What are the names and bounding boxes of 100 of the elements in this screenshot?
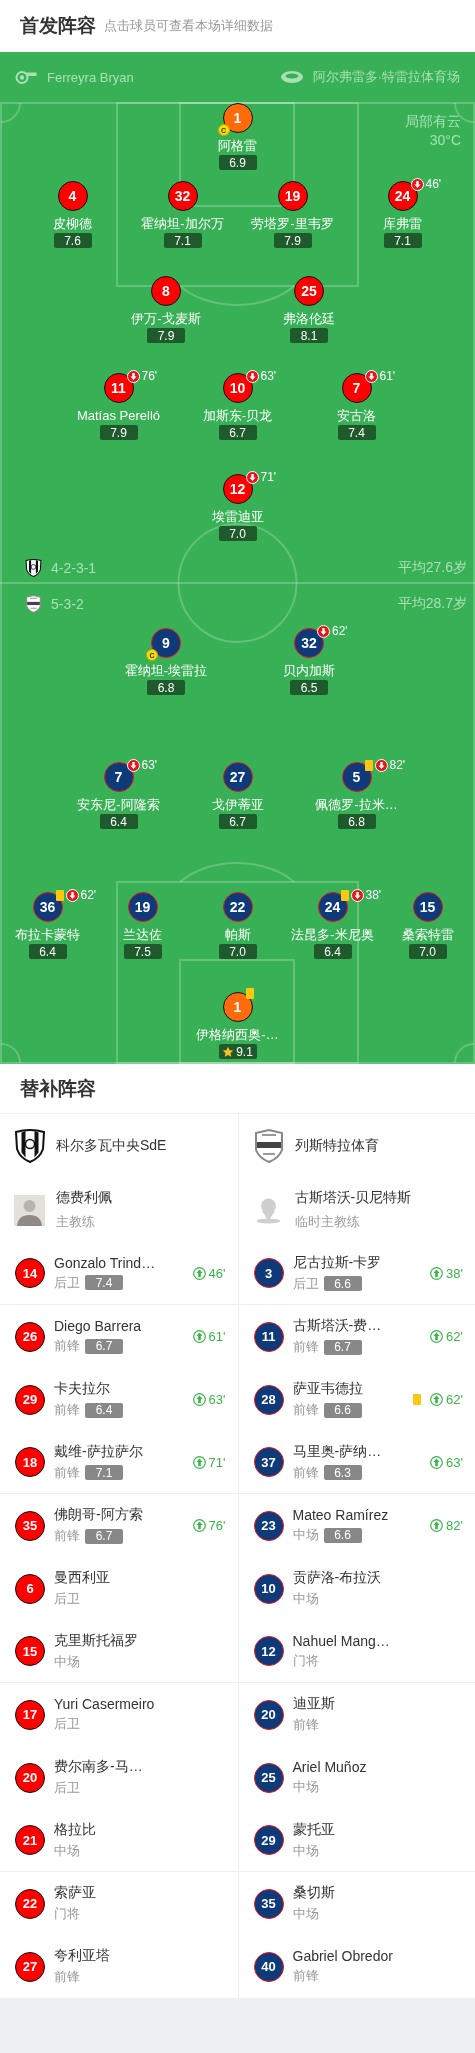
player-name[interactable]: 卡夫拉尔: [54, 1380, 184, 1398]
player-number-badge[interactable]: 29: [253, 1825, 284, 1855]
player-number-badge[interactable]: 12: [222, 474, 253, 504]
player-number-badge[interactable]: 36: [32, 892, 63, 922]
player-name[interactable]: 尼古拉斯-卡罗: [292, 1253, 422, 1272]
player-name[interactable]: 戴维-萨拉萨尔: [54, 1442, 184, 1461]
player-number-badge[interactable]: 25: [294, 276, 324, 306]
player-number-badge[interactable]: 27: [15, 1951, 45, 1982]
player-number-badge[interactable]: 19: [127, 892, 158, 922]
player-number-badge[interactable]: 32: [167, 181, 198, 211]
player-number-badge[interactable]: 3: [253, 1258, 284, 1288]
player-name[interactable]: 佛朗哥-阿方索: [54, 1506, 184, 1524]
venue-name: 阿尔弗雷多·特雷拉体育场: [312, 68, 460, 86]
player-number-badge[interactable]: 37: [253, 1447, 284, 1477]
player-rating: 7.1: [163, 233, 202, 248]
player-number-badge[interactable]: 17: [15, 1699, 45, 1730]
player-name[interactable]: Diego Barrera: [54, 1318, 184, 1334]
player-number-badge[interactable]: 18: [15, 1447, 45, 1477]
player-name[interactable]: Yuri Casermeiro: [54, 1696, 226, 1712]
player-number-badge[interactable]: 15: [412, 892, 443, 922]
player-rating: 7.6: [53, 233, 92, 248]
player-number-badge[interactable]: 6: [15, 1573, 45, 1604]
player-number-badge[interactable]: 4: [57, 181, 88, 211]
sub-off-icon: [350, 888, 364, 902]
player-number-badge[interactable]: 28: [253, 1384, 284, 1415]
substitution-minute: 46': [425, 177, 442, 191]
coach-name[interactable]: 德费利佩: [56, 1189, 112, 1207]
player-name[interactable]: 萨亚韦德拉: [292, 1380, 405, 1398]
player-rating: 6.9: [218, 155, 257, 170]
player-name[interactable]: 桑切斯: [292, 1884, 463, 1902]
player-number-badge[interactable]: 35: [15, 1510, 45, 1541]
player-name[interactable]: 索萨亚: [54, 1884, 226, 1902]
player-number-badge[interactable]: 12: [253, 1636, 284, 1666]
player-name[interactable]: Ariel Muñoz: [292, 1759, 463, 1775]
player-number-badge[interactable]: 10: [222, 373, 253, 403]
player-number-badge[interactable]: 10: [253, 1573, 284, 1604]
player-name[interactable]: Nahuel Mang…: [292, 1632, 463, 1649]
player-name[interactable]: Gonzalo Trind…: [54, 1254, 184, 1271]
player-number-badge[interactable]: 40: [253, 1951, 284, 1982]
coach-role: 临时主教练: [294, 1213, 361, 1231]
player-position: 后卫: [292, 1274, 319, 1293]
player-number-badge[interactable]: 35: [253, 1888, 284, 1919]
player-number-badge[interactable]: 23: [253, 1510, 284, 1541]
shield-crest-icon: [252, 1129, 285, 1163]
player-number-badge[interactable]: 20: [15, 1762, 45, 1793]
player-name[interactable]: 贡萨洛-布拉沃: [292, 1569, 463, 1587]
substitution-minute: 71': [208, 1454, 226, 1470]
player-number-badge[interactable]: 5: [341, 762, 372, 792]
formation-text: 4-2-3-1: [51, 560, 97, 576]
player-name[interactable]: 克里斯托福罗: [54, 1631, 226, 1650]
player-rating: 6.3: [323, 1465, 362, 1480]
player-name[interactable]: 马里奥-萨纳…: [292, 1442, 422, 1461]
player-number-badge[interactable]: 19: [277, 181, 308, 211]
player-number-badge[interactable]: 15: [15, 1636, 45, 1666]
substitution-minute: 62': [446, 1392, 463, 1407]
player-number-badge[interactable]: 21: [15, 1825, 45, 1855]
player-number-badge[interactable]: 8: [151, 276, 181, 306]
player-rating: 7.5: [123, 944, 162, 959]
player-rating: 7.4: [85, 1275, 123, 1290]
player-number-badge[interactable]: 22: [222, 892, 253, 922]
player-number-badge[interactable]: 7: [341, 373, 372, 403]
player-name[interactable]: 费尔南多-马…: [54, 1758, 226, 1776]
player-number-badge[interactable]: 27: [222, 762, 253, 792]
sub-off-icon: [410, 177, 424, 191]
player-number-badge[interactable]: 29: [15, 1384, 45, 1415]
player-name[interactable]: 曼西利亚: [54, 1569, 226, 1587]
sub-off-icon: [126, 758, 140, 772]
player-name[interactable]: 蒙托亚: [292, 1820, 463, 1839]
sub-off-icon: [374, 758, 388, 772]
player-name[interactable]: 格拉比: [54, 1820, 226, 1839]
player-rating: 7.1: [383, 233, 422, 248]
player-position: 前锋: [292, 1401, 319, 1419]
player-number-badge[interactable]: 24: [317, 892, 348, 922]
player-name[interactable]: 古斯塔沃-费…: [292, 1317, 422, 1335]
substitution-minute: 38': [446, 1265, 463, 1281]
player-number-badge[interactable]: 26: [15, 1321, 45, 1352]
player-rating: 7.0: [218, 526, 257, 541]
player-number-badge[interactable]: 24: [387, 181, 418, 211]
player-name[interactable]: Gabriel Obredor: [292, 1948, 463, 1964]
player-number-badge[interactable]: 22: [15, 1888, 45, 1919]
player-name[interactable]: 夸利亚塔: [54, 1947, 226, 1965]
coach-name[interactable]: 古斯塔沃-贝尼特斯: [294, 1189, 412, 1207]
player-number-badge[interactable]: 20: [253, 1699, 284, 1730]
substitution-minute: 82': [446, 1518, 463, 1533]
player-number-badge[interactable]: 32: [294, 628, 324, 658]
player-number-badge[interactable]: 7: [103, 762, 134, 792]
player-name[interactable]: Mateo Ramírez: [292, 1507, 422, 1523]
section-title: 首发阵容: [20, 14, 96, 38]
average-age: 平均28.7岁: [397, 595, 467, 613]
striped-crest-icon: [25, 559, 42, 577]
player-rating: 7.9: [99, 425, 138, 440]
player-number-badge[interactable]: 11: [103, 373, 134, 403]
player-rating: 6.4: [85, 1402, 123, 1418]
player-position: 前锋: [54, 1527, 80, 1545]
player-number-badge[interactable]: 25: [253, 1762, 284, 1793]
player-rating: 6.4: [99, 814, 138, 829]
player-name[interactable]: 迪亚斯: [292, 1695, 463, 1713]
player-number-badge[interactable]: 11: [253, 1321, 284, 1352]
player-number-badge[interactable]: 14: [15, 1258, 45, 1288]
player-position: 中场: [54, 1652, 80, 1671]
